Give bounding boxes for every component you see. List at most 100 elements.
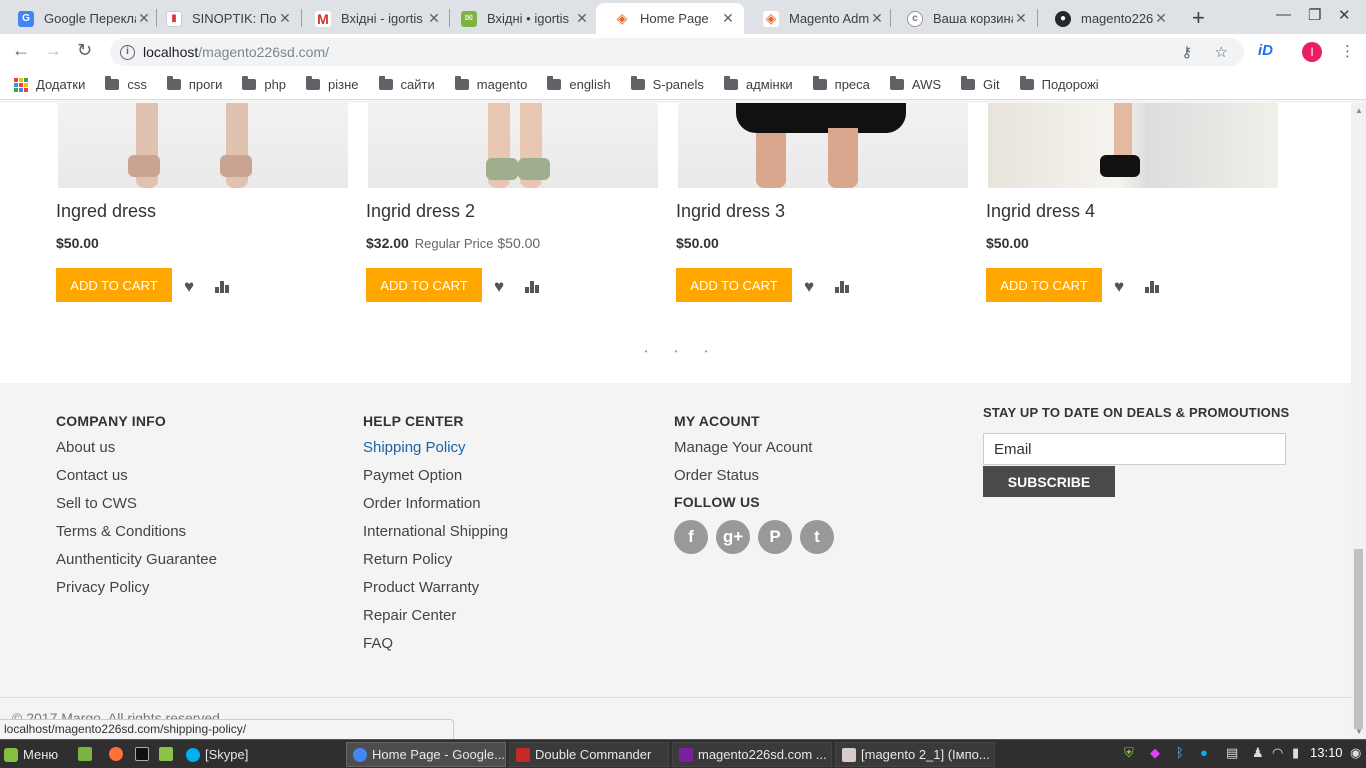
- product-name[interactable]: Ingred dress: [56, 201, 156, 222]
- bookmark-folder[interactable]: сайти: [378, 76, 435, 92]
- product-image[interactable]: [368, 103, 658, 188]
- add-to-cart-button[interactable]: ADD TO CART: [366, 268, 482, 302]
- scroll-down-icon[interactable]: ▼: [1355, 727, 1363, 736]
- user-icon[interactable]: ♟: [1252, 745, 1264, 761]
- bookmark-folder[interactable]: адмінки: [723, 76, 793, 92]
- wishlist-heart-icon[interactable]: ♥: [804, 277, 814, 297]
- compare-icon[interactable]: [215, 281, 231, 293]
- package-icon[interactable]: ◆: [1150, 745, 1160, 761]
- footer-link-about[interactable]: About us: [56, 438, 217, 466]
- pinterest-icon[interactable]: P: [758, 520, 792, 554]
- page-scrollbar[interactable]: ▲ ▼: [1351, 103, 1366, 739]
- bookmark-folder[interactable]: Git: [961, 76, 1000, 92]
- minimize-icon[interactable]: —: [1276, 6, 1291, 23]
- network-wifi-icon[interactable]: ◠: [1272, 745, 1283, 761]
- product-image[interactable]: [678, 103, 968, 188]
- close-tab-icon[interactable]: ✕: [574, 10, 590, 27]
- extension-icon[interactable]: iD: [1258, 42, 1273, 59]
- footer-link-terms[interactable]: Terms & Conditions: [56, 522, 217, 550]
- new-tab-icon[interactable]: +: [1192, 5, 1205, 31]
- newsletter-email-input[interactable]: [983, 433, 1286, 465]
- bookmark-folder[interactable]: php: [242, 76, 286, 92]
- skype-tray-icon[interactable]: ●: [1200, 745, 1208, 760]
- footer-link-faq[interactable]: FAQ: [363, 634, 508, 662]
- twitter-icon[interactable]: t: [800, 520, 834, 554]
- footer-link-authenticity[interactable]: Aunthenticity Guarantee: [56, 550, 217, 578]
- taskbar-window-database[interactable]: [magento 2_1] (Імпо...: [835, 742, 995, 767]
- menu-kebab-icon[interactable]: ⋮: [1340, 42, 1355, 60]
- bookmark-folder[interactable]: english: [547, 76, 611, 92]
- bookmark-folder[interactable]: Подорожі: [1019, 76, 1099, 92]
- slider-dot[interactable]: •: [666, 347, 686, 356]
- footer-link-payment[interactable]: Paymet Option: [363, 466, 508, 494]
- product-name[interactable]: Ingrid dress 3: [676, 201, 785, 222]
- restore-icon[interactable]: ❐: [1308, 6, 1321, 24]
- scrollbar-thumb[interactable]: [1354, 549, 1363, 729]
- back-icon[interactable]: ←: [12, 40, 30, 61]
- bookmark-folder[interactable]: преса: [812, 76, 870, 92]
- shield-icon[interactable]: ⛨: [1124, 745, 1134, 761]
- footer-link-intl-shipping[interactable]: International Shipping: [363, 522, 508, 550]
- taskbar-window-phpstorm[interactable]: magento226sd.com ...: [672, 742, 832, 767]
- subscribe-button[interactable]: SUBSCRIBE: [983, 466, 1115, 497]
- close-tab-icon[interactable]: ✕: [869, 10, 885, 27]
- scroll-up-icon[interactable]: ▲: [1355, 106, 1363, 115]
- battery-icon[interactable]: ▮: [1292, 745, 1299, 761]
- footer-link-sell[interactable]: Sell to CWS: [56, 494, 217, 522]
- compare-icon[interactable]: [1145, 281, 1161, 293]
- footer-link-manage-account[interactable]: Manage Your Acount: [674, 438, 834, 466]
- close-tab-icon[interactable]: ✕: [1153, 10, 1169, 27]
- footer-link-order-info[interactable]: Order Information: [363, 494, 508, 522]
- footer-link-order-status[interactable]: Order Status: [674, 466, 834, 494]
- bookmark-folder[interactable]: css: [105, 76, 147, 92]
- google-plus-icon[interactable]: g+: [716, 520, 750, 554]
- clock[interactable]: 13:10: [1310, 745, 1343, 760]
- browser-tab[interactable]: ◈ Magento Admin ✕: [745, 3, 893, 34]
- skype-launcher[interactable]: [Skype]: [186, 743, 248, 766]
- product-name[interactable]: Ingrid dress 2: [366, 201, 475, 222]
- forward-icon[interactable]: →: [44, 40, 62, 61]
- browser-tab[interactable]: ✉ Вхідні • igortis ✕: [443, 3, 598, 34]
- bluetooth-icon[interactable]: ᛒ: [1176, 745, 1184, 760]
- profile-avatar[interactable]: I: [1302, 42, 1322, 62]
- site-info-icon[interactable]: i: [120, 44, 135, 60]
- browser-tab-active[interactable]: ◈ Home Page ✕: [596, 3, 744, 34]
- add-to-cart-button[interactable]: ADD TO CART: [56, 268, 172, 302]
- taskbar-window-double-commander[interactable]: Double Commander: [509, 742, 669, 767]
- notifications-icon[interactable]: ◉: [1350, 745, 1361, 761]
- add-to-cart-button[interactable]: ADD TO CART: [676, 268, 792, 302]
- start-menu-button[interactable]: Меню: [4, 743, 58, 766]
- browser-tab[interactable]: G Google Перекладач ✕: [0, 3, 160, 34]
- browser-tab[interactable]: M Вхідні - igortis ✕: [297, 3, 450, 34]
- footer-link-shipping-policy[interactable]: Shipping Policy: [363, 438, 508, 466]
- facebook-icon[interactable]: f: [674, 520, 708, 554]
- footer-link-returns[interactable]: Return Policy: [363, 550, 508, 578]
- slider-dot[interactable]: •: [696, 347, 716, 356]
- product-image[interactable]: [58, 103, 348, 188]
- browser-tab[interactable]: ● magento226sd ✕: [1037, 3, 1177, 34]
- close-window-icon[interactable]: ✕: [1338, 6, 1351, 24]
- browser-tab[interactable]: ▮ SINOPTIK: Погода ✕: [148, 3, 301, 34]
- files-icon[interactable]: [159, 747, 173, 761]
- wishlist-heart-icon[interactable]: ♥: [1114, 277, 1124, 297]
- terminal-icon[interactable]: [135, 747, 149, 761]
- close-tab-icon[interactable]: ✕: [277, 10, 293, 27]
- wishlist-heart-icon[interactable]: ♥: [494, 277, 504, 297]
- compare-icon[interactable]: [525, 281, 541, 293]
- reload-icon[interactable]: ↻: [77, 40, 92, 61]
- close-tab-icon[interactable]: ✕: [720, 10, 736, 27]
- keyboard-layout-flag-icon[interactable]: ▤: [1226, 745, 1238, 761]
- taskbar-window-chrome[interactable]: Home Page - Google...: [346, 742, 506, 767]
- wishlist-heart-icon[interactable]: ♥: [184, 277, 194, 297]
- show-desktop-icon[interactable]: [78, 747, 92, 761]
- footer-link-contact[interactable]: Contact us: [56, 466, 217, 494]
- bookmark-apps[interactable]: Додатки: [14, 77, 85, 92]
- footer-link-repair[interactable]: Repair Center: [363, 606, 508, 634]
- product-name[interactable]: Ingrid dress 4: [986, 201, 1095, 222]
- address-bar[interactable]: i localhost/magento226sd.com/ ⚷ ☆: [110, 38, 1244, 66]
- browser-tab[interactable]: c Ваша корзина ✕: [889, 3, 1037, 34]
- close-tab-icon[interactable]: ✕: [426, 10, 442, 27]
- bookmark-star-icon[interactable]: ☆: [1215, 44, 1228, 61]
- bookmark-folder[interactable]: AWS: [889, 76, 941, 92]
- footer-link-privacy[interactable]: Privacy Policy: [56, 578, 217, 606]
